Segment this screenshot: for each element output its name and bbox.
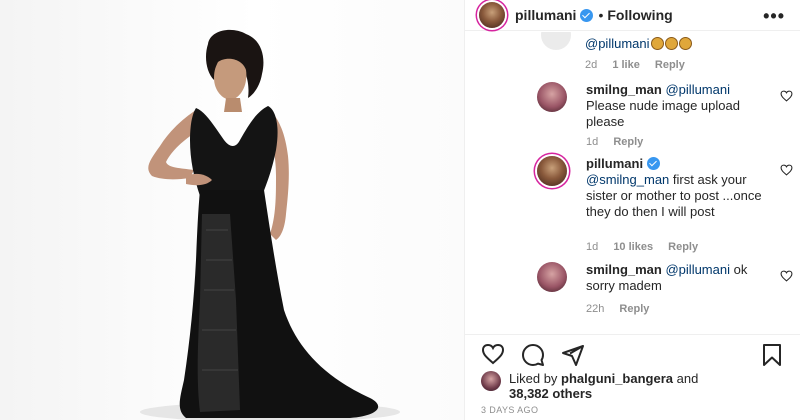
post-photo[interactable] <box>0 0 464 420</box>
comment-meta: 22h Reply <box>586 303 661 315</box>
comment-likes[interactable]: 10 likes <box>613 241 653 253</box>
post-header: pillumani • Following ••• <box>465 0 800 31</box>
commenter-username[interactable]: smilng_man <box>586 82 662 97</box>
comment-mention[interactable]: @pillumani <box>665 262 730 277</box>
reply-button[interactable]: Reply <box>668 241 698 253</box>
comment-age: 1d <box>586 136 599 148</box>
heart-icon[interactable] <box>481 343 505 365</box>
woman-in-black-gown-image <box>140 29 400 420</box>
commenter-avatar[interactable] <box>537 262 567 292</box>
comment-age: 1d <box>586 241 599 253</box>
liked-by-prefix: Liked by <box>509 371 558 386</box>
comments-list[interactable]: @pillumani 2d 1 like Reply smilng_man @p… <box>465 32 800 334</box>
post-actions <box>481 343 785 367</box>
header-separator: • <box>598 7 604 23</box>
comment-mention[interactable]: @pillumani <box>665 82 730 97</box>
like-comment-heart-icon[interactable] <box>780 90 793 102</box>
more-options-icon[interactable]: ••• <box>763 6 785 27</box>
reply-button[interactable]: Reply <box>655 59 685 71</box>
likes-summary: Liked by phalguni_bangera and 38,382 oth… <box>481 371 781 401</box>
comment-mention[interactable]: @smilng_man <box>586 172 669 187</box>
comment-age: 22h <box>586 303 605 315</box>
comment-likes[interactable]: 1 like <box>612 59 640 71</box>
comment-text: pillumani @smilng_man first ask your sis… <box>586 156 766 220</box>
clipped-comment: @pillumani <box>585 36 692 51</box>
commenter-avatar[interactable] <box>537 156 567 186</box>
reply-button[interactable]: Reply <box>619 303 649 315</box>
emoji-icon <box>678 37 692 50</box>
liker-avatar[interactable] <box>481 371 501 391</box>
share-icon[interactable] <box>561 343 585 367</box>
post-timestamp[interactable]: 3 DAYS AGO <box>481 405 538 415</box>
verified-badge-icon <box>580 8 594 22</box>
like-comment-heart-icon[interactable] <box>780 164 793 176</box>
emoji-icon <box>664 37 678 50</box>
comment-body: Please nude image upload please <box>586 98 740 129</box>
author-avatar[interactable] <box>479 2 505 28</box>
liker-username[interactable]: phalguni_bangera <box>561 371 673 386</box>
author-username[interactable]: pillumani <box>515 7 576 23</box>
comment-text: smilng_man @pillumani ok sorry madem <box>586 262 766 294</box>
verified-badge-icon <box>647 157 661 170</box>
clipped-avatar <box>541 32 571 50</box>
liked-by-joiner: and <box>676 371 699 386</box>
following-button[interactable]: Following <box>607 7 672 23</box>
commenter-username[interactable]: smilng_man <box>586 262 662 277</box>
commenter-username[interactable]: pillumani <box>586 156 643 171</box>
clipped-mention[interactable]: @pillumani <box>585 36 650 51</box>
bookmark-icon[interactable] <box>761 343 783 367</box>
likes-text: Liked by phalguni_bangera and 38,382 oth… <box>509 371 779 401</box>
comment-meta: 1d 10 likes Reply <box>586 241 710 253</box>
post-sidebar: pillumani • Following ••• @pillumani 2d … <box>464 0 800 420</box>
comment-icon[interactable] <box>521 343 545 367</box>
comment-text: smilng_man @pillumani Please nude image … <box>586 82 766 130</box>
actions-divider <box>465 334 800 335</box>
emoji-icon <box>650 37 664 50</box>
comment-age: 2d <box>585 59 598 71</box>
commenter-avatar[interactable] <box>537 82 567 112</box>
comment-meta: 1d Reply <box>586 136 655 148</box>
like-comment-heart-icon[interactable] <box>780 270 793 282</box>
reply-button[interactable]: Reply <box>613 136 643 148</box>
clipped-comment-meta: 2d 1 like Reply <box>585 59 697 71</box>
likes-count[interactable]: 38,382 others <box>509 386 592 401</box>
